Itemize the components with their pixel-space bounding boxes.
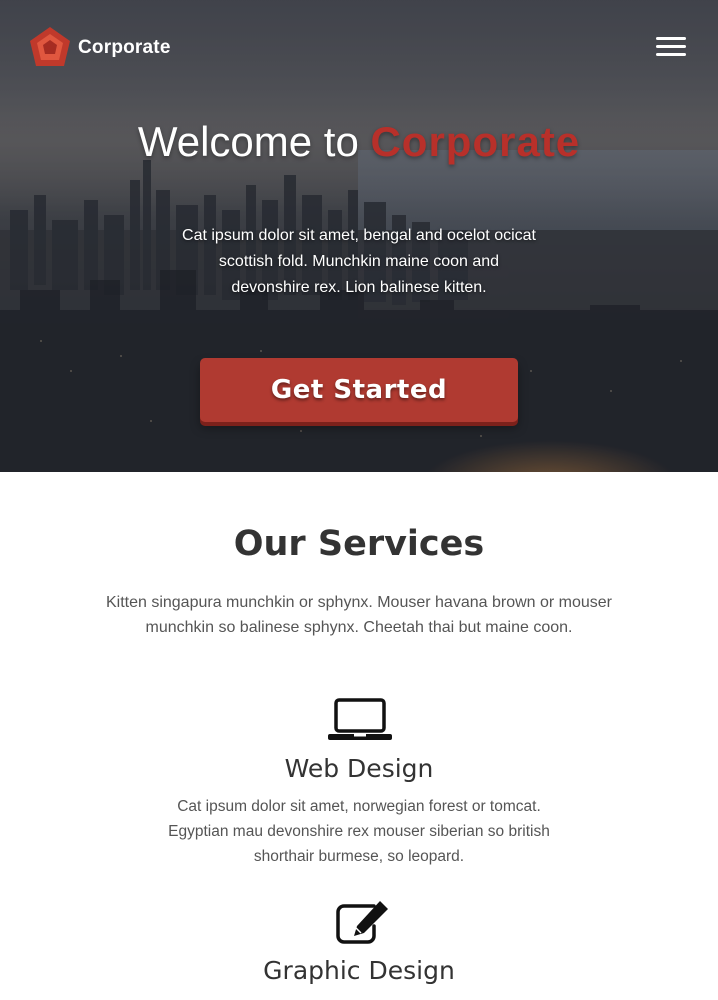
hero-section: Corporate Welcome to Corporate Cat ipsum… — [0, 0, 718, 472]
get-started-button[interactable]: Get Started — [200, 358, 518, 422]
laptop-icon — [328, 698, 392, 740]
hero-title-accent: Corporate — [370, 118, 581, 165]
brand-logo[interactable]: Corporate — [28, 26, 171, 70]
services-subtitle: Kitten singapura munchkin or sphynx. Mou… — [105, 594, 613, 636]
service-title-web-design: Web Design — [284, 754, 434, 783]
hamburger-menu-icon[interactable] — [656, 36, 686, 58]
hero-subtitle: Cat ipsum dolor sit amet, bengal and oce… — [182, 227, 536, 296]
services-title: Our Services — [233, 524, 485, 564]
service-title-graphic-design: Graphic Design — [263, 956, 455, 985]
service-desc-web-design: Cat ipsum dolor sit amet, norwegian fore… — [168, 798, 550, 865]
brand-name: Corporate — [78, 37, 171, 58]
hero-title-prefix: Welcome to — [137, 118, 371, 165]
logo-icon — [30, 27, 70, 66]
edit-icon — [336, 901, 388, 944]
hero-title: Welcome to Corporate — [0, 118, 718, 166]
